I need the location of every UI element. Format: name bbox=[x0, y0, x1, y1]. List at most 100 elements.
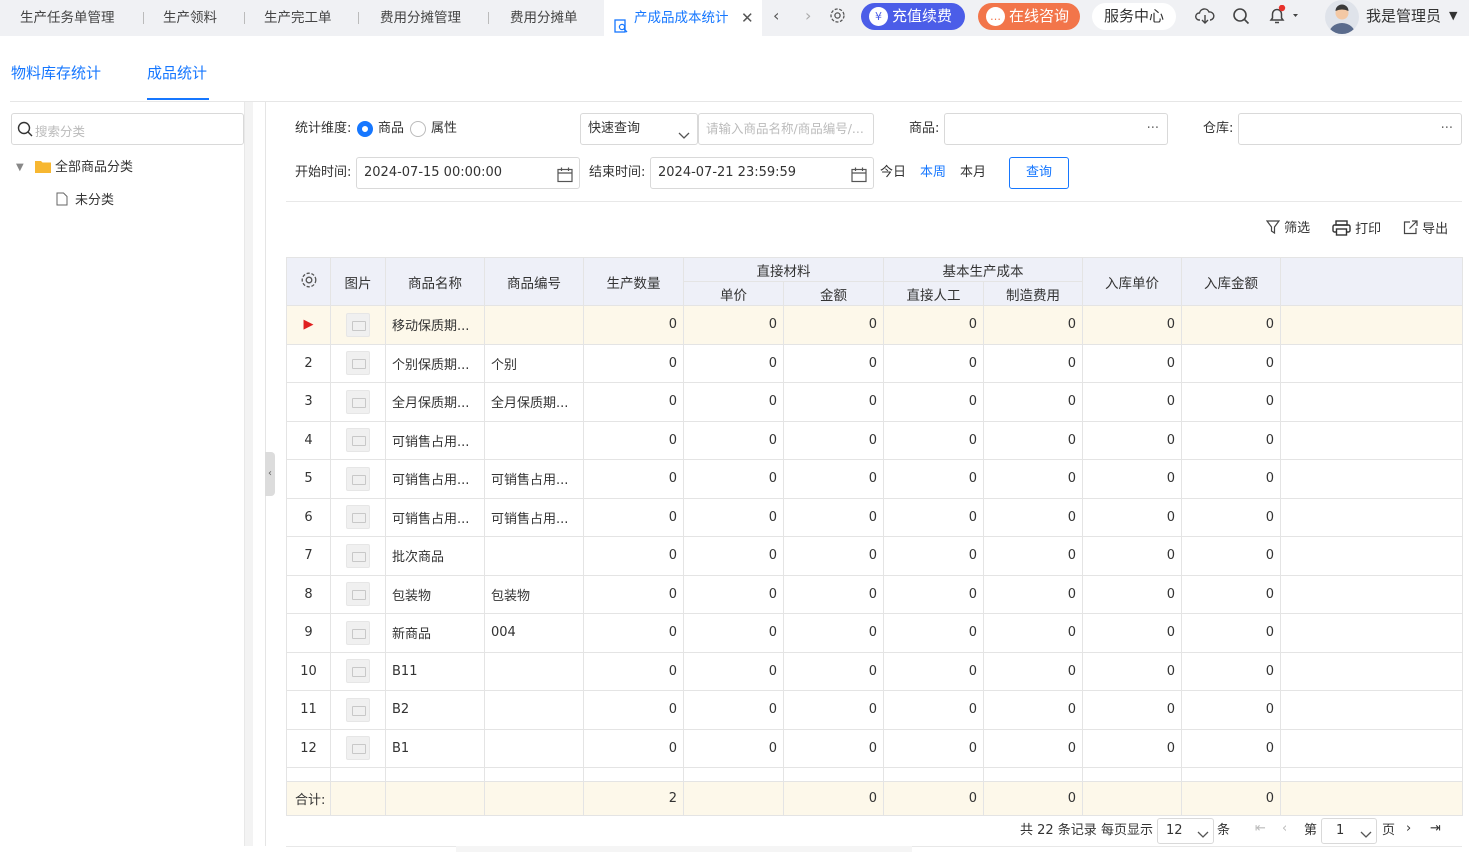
tab-divider bbox=[488, 12, 489, 24]
table-row[interactable]: 12 B1 0 0 0 0 0 0 0 bbox=[286, 728, 1463, 768]
row-index: 4 bbox=[286, 420, 331, 460]
this-month-link[interactable]: 本月 bbox=[960, 164, 986, 182]
cell-labor: 0 bbox=[883, 420, 984, 460]
filter-button[interactable]: 筛选 bbox=[1265, 220, 1310, 238]
column-settings[interactable] bbox=[286, 257, 331, 306]
cell-in-price: 0 bbox=[1082, 690, 1182, 730]
subtab-material-stock[interactable]: 物料库存统计 bbox=[11, 62, 101, 84]
print-button[interactable]: 打印 bbox=[1332, 220, 1381, 239]
table-row[interactable]: 3 全月保质期... 全月保质期... 0 0 0 0 0 0 0 bbox=[286, 382, 1463, 422]
cell-code: 包装物 bbox=[484, 574, 584, 614]
start-time-input[interactable]: 2024-07-15 00:00:00 bbox=[356, 157, 580, 189]
header-code[interactable]: 商品编号 bbox=[484, 257, 584, 306]
radio-attribute[interactable] bbox=[410, 121, 426, 137]
warehouse-picker-input[interactable]: ··· bbox=[1238, 113, 1462, 145]
gear-icon[interactable] bbox=[829, 7, 846, 28]
calendar-icon[interactable] bbox=[557, 165, 573, 188]
cell-labor: 0 bbox=[883, 574, 984, 614]
cell-in-price: 0 bbox=[1082, 728, 1182, 768]
per-page-select[interactable]: 12 bbox=[1157, 818, 1214, 844]
cell-name: 批次商品 bbox=[385, 536, 485, 576]
active-subtab-indicator bbox=[147, 98, 209, 100]
cell-qty: 0 bbox=[583, 343, 684, 383]
panel-splitter[interactable] bbox=[244, 102, 253, 846]
cell-name: 包装物 bbox=[385, 574, 485, 614]
cell-overhead: 0 bbox=[983, 728, 1083, 768]
header-unit-price[interactable]: 单价 bbox=[683, 281, 784, 306]
tab-next-icon[interactable]: › bbox=[805, 6, 811, 25]
header-labor[interactable]: 直接人工 bbox=[883, 281, 984, 306]
goods-search-input[interactable]: 请输入商品名称/商品编号/... bbox=[698, 113, 874, 145]
cell-qty: 0 bbox=[583, 728, 684, 768]
close-tab-icon[interactable]: ✕ bbox=[741, 0, 754, 36]
table-row[interactable]: 5 可销售占用... 可销售占用... 0 0 0 0 0 0 0 bbox=[286, 459, 1463, 499]
tab-cost-allocation-bill[interactable]: 费用分摊单 bbox=[510, 0, 578, 36]
prev-page-icon[interactable]: ‹ bbox=[1282, 821, 1287, 836]
end-time-label: 结束时间: bbox=[589, 165, 646, 180]
category-search-input[interactable]: 搜索分类 bbox=[11, 113, 244, 145]
tab-production-picking[interactable]: 生产领料 bbox=[163, 0, 217, 36]
table-row[interactable]: 7 批次商品 0 0 0 0 0 0 0 bbox=[286, 536, 1463, 576]
today-link[interactable]: 今日 bbox=[880, 164, 906, 182]
table-row[interactable]: ▶ 移动保质期... 0 0 0 0 0 0 0 bbox=[286, 305, 1463, 345]
row-index: 12 bbox=[286, 728, 331, 768]
table-row[interactable]: 2 个别保质期... 个别 0 0 0 0 0 0 0 bbox=[286, 343, 1463, 383]
table-row[interactable]: 11 B2 0 0 0 0 0 0 0 bbox=[286, 690, 1463, 730]
table-row[interactable]: 10 B11 0 0 0 0 0 0 0 bbox=[286, 651, 1463, 691]
cell-overhead: 0 bbox=[983, 690, 1083, 730]
goods-label: 商品: bbox=[909, 121, 940, 136]
username[interactable]: 我是管理员 bbox=[1366, 0, 1441, 32]
bell-icon[interactable] bbox=[1268, 4, 1298, 29]
cell-labor: 0 bbox=[883, 382, 984, 422]
first-page-icon[interactable]: ⇤ bbox=[1255, 821, 1266, 836]
cell-unit-price: 0 bbox=[683, 690, 784, 730]
caret-down-icon[interactable]: ▼ bbox=[16, 159, 24, 177]
summary-row: 合计: 2 0 0 0 0 bbox=[286, 781, 1463, 816]
image-placeholder-icon bbox=[346, 736, 370, 761]
row-index: 10 bbox=[286, 651, 331, 691]
end-time-input[interactable]: 2024-07-21 23:59:59 bbox=[650, 157, 874, 189]
next-page-icon[interactable]: › bbox=[1406, 821, 1411, 836]
header-overhead[interactable]: 制造费用 bbox=[983, 281, 1083, 306]
query-button[interactable]: 查询 bbox=[1009, 157, 1069, 189]
calendar-icon[interactable] bbox=[851, 165, 867, 188]
tree-node-uncategorized[interactable]: 未分类 bbox=[75, 192, 114, 210]
more-icon[interactable]: ··· bbox=[1441, 114, 1453, 144]
subtab-finished-stats[interactable]: 成品统计 bbox=[147, 62, 207, 84]
this-week-link[interactable]: 本周 bbox=[920, 164, 946, 182]
avatar[interactable] bbox=[1325, 0, 1359, 34]
goods-picker-input[interactable]: ··· bbox=[944, 113, 1168, 145]
table-row[interactable]: 6 可销售占用... 可销售占用... 0 0 0 0 0 0 0 bbox=[286, 497, 1463, 537]
cell-name: 可销售占用... bbox=[385, 497, 485, 537]
tab-production-task[interactable]: 生产任务单管理 bbox=[20, 0, 115, 36]
tab-production-complete[interactable]: 生产完工单 bbox=[264, 0, 332, 36]
online-consult-button[interactable]: … 在线咨询 bbox=[978, 3, 1080, 30]
search-icon[interactable] bbox=[1232, 7, 1250, 29]
header-name[interactable]: 商品名称 bbox=[385, 257, 485, 306]
service-center-button[interactable]: 服务中心 bbox=[1092, 3, 1176, 30]
page-select[interactable]: 1 bbox=[1321, 818, 1377, 844]
cloud-download-icon[interactable] bbox=[1195, 7, 1215, 29]
table-row[interactable]: 4 可销售占用... 0 0 0 0 0 0 0 bbox=[286, 420, 1463, 460]
recharge-button[interactable]: ¥ 充值续费 bbox=[861, 3, 965, 30]
quick-query-select[interactable]: 快速查询 bbox=[580, 113, 698, 145]
header-qty[interactable]: 生产数量 bbox=[583, 257, 684, 306]
collapse-panel-handle[interactable]: ‹ bbox=[265, 452, 275, 496]
header-amount[interactable]: 金额 bbox=[783, 281, 884, 306]
header-in-price[interactable]: 入库单价 bbox=[1082, 257, 1182, 306]
tree-node-all-categories[interactable]: 全部商品分类 bbox=[55, 159, 133, 177]
header-in-amount[interactable]: 入库金额 bbox=[1181, 257, 1281, 306]
tab-cost-allocation-mgmt[interactable]: 费用分摊管理 bbox=[380, 0, 461, 36]
divider bbox=[286, 201, 1462, 202]
table-row[interactable]: 9 新商品 004 0 0 0 0 0 0 0 bbox=[286, 613, 1463, 653]
more-icon[interactable]: ··· bbox=[1147, 114, 1159, 144]
radio-goods[interactable] bbox=[357, 121, 373, 137]
tab-prev-icon[interactable]: ‹ bbox=[773, 6, 779, 25]
chevron-down-icon[interactable]: ▼ bbox=[1449, 0, 1457, 32]
export-button[interactable]: 导出 bbox=[1403, 220, 1448, 239]
last-page-icon[interactable]: ⇥ bbox=[1430, 821, 1441, 836]
cell-filler bbox=[1280, 305, 1463, 345]
cell-code: 全月保质期... bbox=[484, 382, 584, 422]
tab-finished-cost-stats[interactable]: 产成品成本统计 ✕ bbox=[604, 0, 762, 36]
table-row[interactable]: 8 包装物 包装物 0 0 0 0 0 0 0 bbox=[286, 574, 1463, 614]
